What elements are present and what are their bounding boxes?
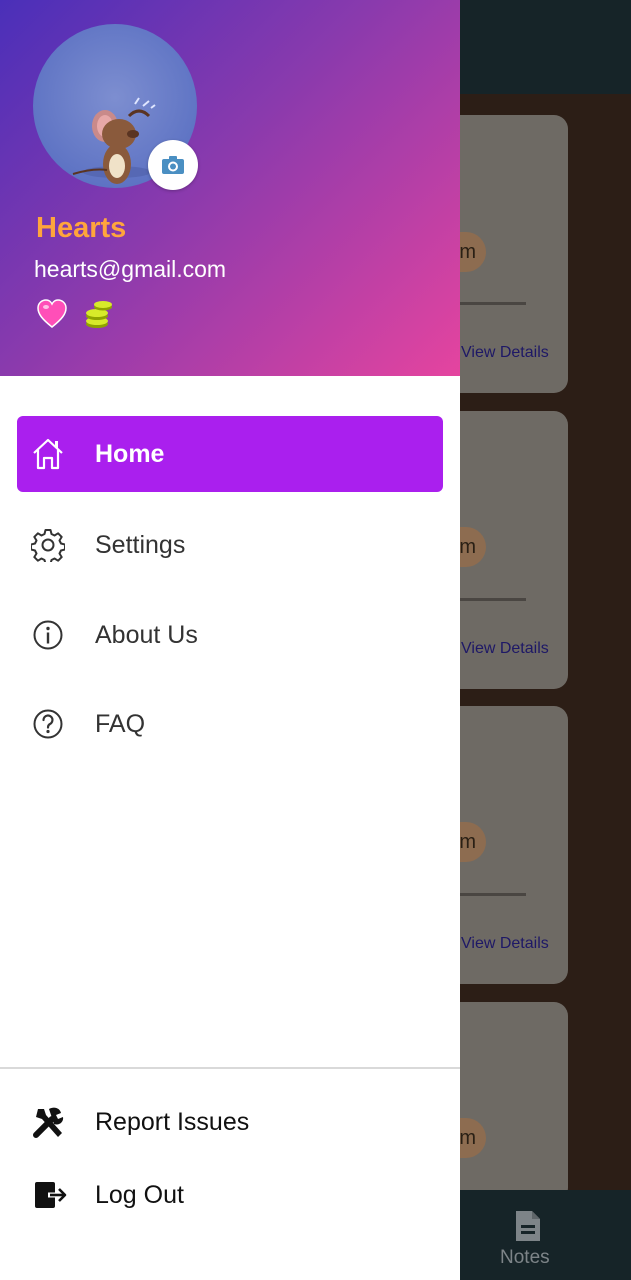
user-email: hearts@gmail.com — [34, 256, 227, 282]
view-details-link[interactable]: View Details — [461, 935, 549, 953]
menu-item-about[interactable]: About Us — [17, 597, 443, 673]
logout-label: Log Out — [95, 1181, 184, 1209]
menu-item-label: About Us — [95, 621, 198, 649]
notes-icon[interactable] — [512, 1209, 544, 1243]
nav-notes-label[interactable]: Notes — [500, 1247, 550, 1269]
logout-button[interactable]: Log Out — [30, 1170, 430, 1220]
gear-icon — [31, 529, 65, 562]
coins-icon — [86, 301, 112, 328]
navigation-drawer: Hearts hearts@gmail.com Home Settings Ab… — [0, 0, 460, 1280]
tools-icon — [33, 1107, 64, 1138]
report-issues-button[interactable]: Report Issues — [30, 1097, 430, 1147]
home-icon — [33, 438, 63, 470]
menu-item-label: Home — [95, 440, 165, 468]
menu-item-settings[interactable]: Settings — [17, 507, 443, 583]
menu-item-faq[interactable]: FAQ — [17, 686, 443, 762]
menu-item-home[interactable]: Home — [17, 416, 443, 492]
drawer-header: Hearts hearts@gmail.com — [0, 0, 460, 376]
help-icon — [33, 709, 63, 739]
change-photo-button[interactable] — [148, 140, 198, 190]
logout-icon — [35, 1182, 67, 1208]
camera-icon — [162, 156, 184, 174]
view-details-link[interactable]: View Details — [461, 640, 549, 658]
info-icon — [33, 620, 63, 650]
menu-item-label: FAQ — [95, 710, 146, 738]
menu-item-label: Settings — [95, 531, 186, 559]
report-issues-label: Report Issues — [95, 1108, 250, 1136]
divider — [0, 1067, 460, 1069]
view-details-link[interactable]: View Details — [461, 344, 549, 362]
user-name: Hearts — [36, 212, 127, 244]
heart-icon — [37, 299, 67, 328]
